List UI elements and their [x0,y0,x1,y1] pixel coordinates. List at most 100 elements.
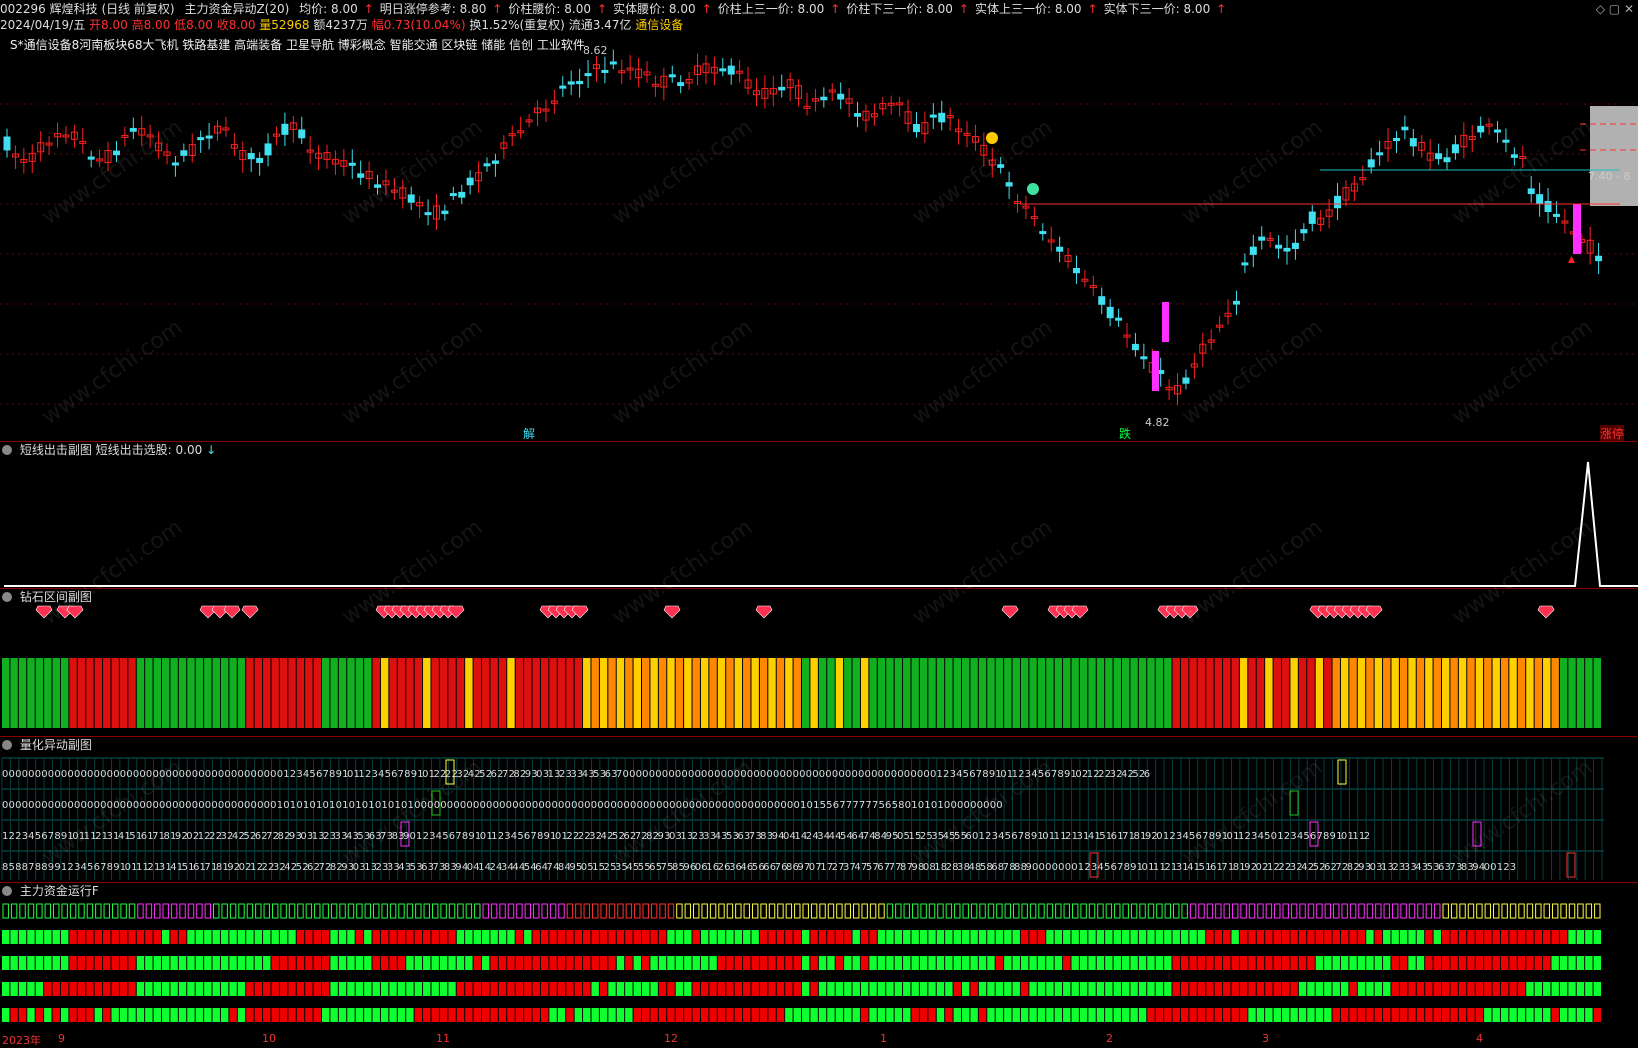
diamond-icon[interactable]: ◇ [1596,2,1605,16]
flow-cell [111,982,119,996]
panel-toggle-icon[interactable] [2,740,12,750]
zone-bar [44,658,52,728]
flow-cell [1450,982,1458,996]
flow-cell [532,982,540,996]
flow-cell [170,982,178,996]
panel4-title-row[interactable]: 主力资金运行F [2,883,99,899]
flow-cell [1551,903,1559,919]
zone-bar [86,658,94,728]
stock-code-name[interactable]: 002296 辉煌科技 (日线 前复权) [0,2,175,16]
zone-bar [465,658,473,728]
flow-cell [860,956,869,970]
quote-bar: 2024/04/19/五 开8.00 高8.00 低8.00 收8.00 量52… [0,16,1638,34]
flow-cell [810,956,818,970]
limit-up-bar [1152,351,1159,391]
flow-cell [583,1008,591,1022]
flow-cell [1417,903,1424,919]
flow-cell [524,903,532,919]
flow-cell [995,1008,1004,1022]
flow-cell [1071,956,1079,970]
indicator-name[interactable]: 主力资金异动Z(20) [184,2,289,16]
flow-cell [818,982,827,996]
zone-bar [1576,658,1585,728]
panel3-title-row[interactable]: 量化异动副图 [2,737,92,753]
candle-body [997,164,1005,168]
restore-icon[interactable]: ▢ [1609,2,1620,16]
flow-cell [658,982,667,996]
flow-cell [136,1008,145,1022]
flow-cell [785,930,793,944]
flow-cell [27,903,35,919]
flow-cell [52,930,60,944]
flow-cell [1559,956,1568,970]
panel-toggle-icon[interactable] [2,592,12,602]
flow-cell [212,1008,220,1022]
panel-toggle-icon[interactable] [2,445,12,455]
flow-cell [928,982,936,996]
zone-bar [1197,658,1206,728]
flow-cell [1214,956,1223,970]
flow-cell [330,930,338,944]
flow-cell [692,930,700,944]
zone-bar [389,658,397,728]
flow-cell [1223,903,1230,919]
flow-cell [667,930,675,944]
flow-cell [423,956,431,970]
flow-cell [1349,982,1357,996]
flow-cell [431,1008,439,1022]
panel2-title-row[interactable]: 钻石区间副图 [2,589,92,605]
kline-chart[interactable] [0,44,1638,440]
flow-cell [1517,1008,1526,1022]
flow-cell [322,1008,330,1022]
flow-cell [1458,956,1467,970]
flow-cell [515,1008,524,1022]
flow-cell [60,930,69,944]
flow-cell [1416,982,1425,996]
flow-cell [751,982,759,996]
quote-sector[interactable]: 通信设备 [635,18,683,32]
down-signal-icon [1027,183,1039,195]
zone-bar [802,658,810,728]
date-axis: 2023年 9 10 11 12 1 2 3 4 [0,1032,1638,1047]
flow-cell [490,982,498,996]
close-icon[interactable]: ✕ [1624,2,1634,16]
short-strike-chart[interactable] [0,456,1638,588]
zone-bar [330,658,338,728]
flow-cell [1206,1008,1214,1022]
flow-cell [1037,956,1046,970]
flow-cell [94,982,103,996]
zone-bar [1543,658,1551,728]
flow-cell [473,1008,481,1022]
flow-cell [1315,982,1324,996]
flow-cell [162,930,170,944]
main-fund-flow-chart[interactable] [0,900,1638,1032]
flow-cell [625,930,633,944]
flow-cell [69,1008,77,1022]
flow-cell [389,982,397,996]
flow-cell [2,1008,10,1022]
flow-cell [229,930,237,944]
flow-cell [557,1008,566,1022]
zone-bar [911,658,919,728]
flow-cell [1029,930,1037,944]
flow-cell [322,956,330,970]
flow-cell [2,903,9,919]
zone-bar [1399,658,1408,728]
flow-cell [128,956,136,970]
zone-bar [1147,658,1155,728]
panel-toggle-icon[interactable] [2,886,12,896]
flow-cell [1248,982,1256,996]
flow-cell [1122,1008,1130,1022]
flow-cell [339,903,346,919]
up-arrow-icon: ↑ [958,2,969,16]
flow-cell [1256,930,1265,944]
flow-cell [1357,930,1366,944]
candle-body [1401,126,1409,131]
zone-bar [220,658,229,728]
zone-bar [296,658,305,728]
flow-cell [220,930,229,944]
flow-cell [970,982,978,996]
flow-cell [1063,1008,1071,1022]
up-arrow-icon: ↑ [363,2,374,16]
diamond-zone-chart[interactable] [0,604,1638,736]
